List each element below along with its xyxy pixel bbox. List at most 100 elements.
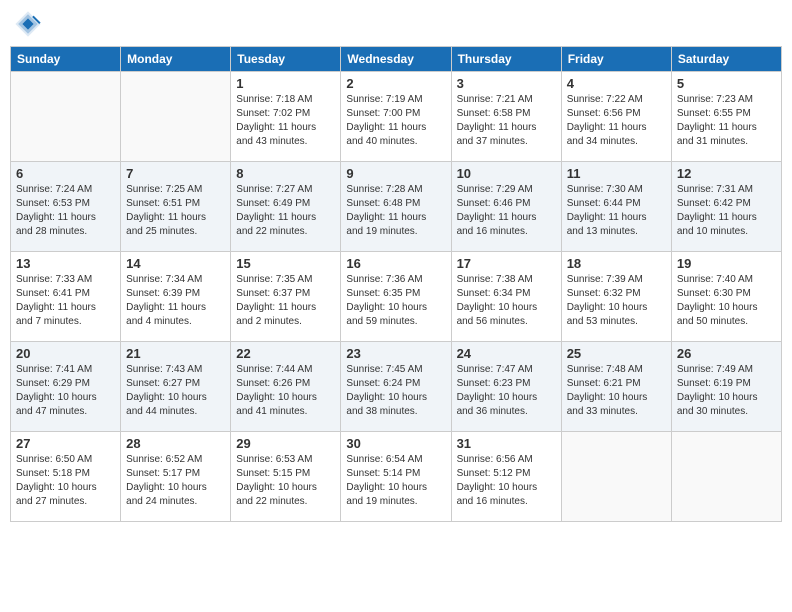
day-number: 27	[16, 436, 115, 451]
weekday-header: Sunday	[11, 47, 121, 72]
day-info: Sunrise: 7:19 AM Sunset: 7:00 PM Dayligh…	[346, 93, 445, 149]
calendar-day-cell: 1 Sunrise: 7:18 AM Sunset: 7:02 PM Daylig…	[231, 72, 341, 162]
day-info: Sunrise: 7:23 AM Sunset: 6:55 PM Dayligh…	[677, 93, 776, 149]
day-info: Sunrise: 7:22 AM Sunset: 6:56 PM Dayligh…	[567, 93, 666, 149]
day-number: 29	[236, 436, 335, 451]
calendar-day-cell	[561, 432, 671, 522]
calendar-day-cell: 9 Sunrise: 7:28 AM Sunset: 6:48 PM Daylig…	[341, 162, 451, 252]
day-info: Sunrise: 7:45 AM Sunset: 6:24 PM Dayligh…	[346, 363, 445, 419]
day-info: Sunrise: 7:47 AM Sunset: 6:23 PM Dayligh…	[457, 363, 556, 419]
day-number: 21	[126, 346, 225, 361]
day-number: 8	[236, 166, 335, 181]
day-number: 6	[16, 166, 115, 181]
day-number: 5	[677, 76, 776, 91]
calendar-week-row: 20 Sunrise: 7:41 AM Sunset: 6:29 PM Dayli…	[11, 342, 782, 432]
calendar-day-cell: 7 Sunrise: 7:25 AM Sunset: 6:51 PM Daylig…	[121, 162, 231, 252]
day-info: Sunrise: 6:56 AM Sunset: 5:12 PM Dayligh…	[457, 453, 556, 509]
day-number: 31	[457, 436, 556, 451]
calendar-day-cell: 18 Sunrise: 7:39 AM Sunset: 6:32 PM Dayli…	[561, 252, 671, 342]
day-info: Sunrise: 7:18 AM Sunset: 7:02 PM Dayligh…	[236, 93, 335, 149]
day-number: 25	[567, 346, 666, 361]
day-number: 20	[16, 346, 115, 361]
weekday-header: Monday	[121, 47, 231, 72]
day-number: 2	[346, 76, 445, 91]
calendar-day-cell: 10Sunrise: 7:29 AM Sunset: 6:46 PM Dayli…	[451, 162, 561, 252]
calendar-day-cell: 28Sunrise: 6:52 AM Sunset: 5:17 PM Dayli…	[121, 432, 231, 522]
day-info: Sunrise: 7:21 AM Sunset: 6:58 PM Dayligh…	[457, 93, 556, 149]
day-number: 1	[236, 76, 335, 91]
logo-icon	[14, 10, 42, 38]
day-info: Sunrise: 7:44 AM Sunset: 6:26 PM Dayligh…	[236, 363, 335, 419]
day-number: 30	[346, 436, 445, 451]
day-number: 11	[567, 166, 666, 181]
calendar-week-row: 6Sunrise: 7:24 AM Sunset: 6:53 PM Daylig…	[11, 162, 782, 252]
weekday-header: Tuesday	[231, 47, 341, 72]
calendar-table: SundayMondayTuesdayWednesdayThursdayFrid…	[10, 46, 782, 522]
logo	[14, 10, 46, 38]
weekday-header-row: SundayMondayTuesdayWednesdayThursdayFrid…	[11, 47, 782, 72]
calendar-day-cell	[11, 72, 121, 162]
day-info: Sunrise: 7:29 AM Sunset: 6:46 PM Dayligh…	[457, 183, 556, 239]
day-info: Sunrise: 7:25 AM Sunset: 6:51 PM Dayligh…	[126, 183, 225, 239]
calendar-day-cell: 29 Sunrise: 6:53 AM Sunset: 5:15 PM Dayli…	[231, 432, 341, 522]
day-info: Sunrise: 7:35 AM Sunset: 6:37 PM Dayligh…	[236, 273, 335, 329]
calendar-day-cell: 2 Sunrise: 7:19 AM Sunset: 7:00 PM Daylig…	[341, 72, 451, 162]
calendar-day-cell: 8 Sunrise: 7:27 AM Sunset: 6:49 PM Daylig…	[231, 162, 341, 252]
calendar-day-cell: 25 Sunrise: 7:48 AM Sunset: 6:21 PM Dayli…	[561, 342, 671, 432]
day-number: 17	[457, 256, 556, 271]
day-number: 12	[677, 166, 776, 181]
calendar-day-cell: 31 Sunrise: 6:56 AM Sunset: 5:12 PM Dayli…	[451, 432, 561, 522]
calendar-day-cell: 24Sunrise: 7:47 AM Sunset: 6:23 PM Dayli…	[451, 342, 561, 432]
day-info: Sunrise: 7:41 AM Sunset: 6:29 PM Dayligh…	[16, 363, 115, 419]
day-info: Sunrise: 7:43 AM Sunset: 6:27 PM Dayligh…	[126, 363, 225, 419]
day-number: 7	[126, 166, 225, 181]
calendar-day-cell: 6Sunrise: 7:24 AM Sunset: 6:53 PM Daylig…	[11, 162, 121, 252]
day-info: Sunrise: 7:39 AM Sunset: 6:32 PM Dayligh…	[567, 273, 666, 329]
calendar-day-cell: 27 Sunrise: 6:50 AM Sunset: 5:18 PM Dayli…	[11, 432, 121, 522]
day-info: Sunrise: 7:33 AM Sunset: 6:41 PM Dayligh…	[16, 273, 115, 329]
day-number: 18	[567, 256, 666, 271]
calendar-day-cell	[671, 432, 781, 522]
day-number: 4	[567, 76, 666, 91]
calendar-day-cell: 17 Sunrise: 7:38 AM Sunset: 6:34 PM Dayli…	[451, 252, 561, 342]
calendar-day-cell: 12Sunrise: 7:31 AM Sunset: 6:42 PM Dayli…	[671, 162, 781, 252]
day-info: Sunrise: 6:52 AM Sunset: 5:17 PM Dayligh…	[126, 453, 225, 509]
weekday-header: Thursday	[451, 47, 561, 72]
day-info: Sunrise: 7:27 AM Sunset: 6:49 PM Dayligh…	[236, 183, 335, 239]
day-number: 22	[236, 346, 335, 361]
day-info: Sunrise: 7:30 AM Sunset: 6:44 PM Dayligh…	[567, 183, 666, 239]
day-number: 19	[677, 256, 776, 271]
day-info: Sunrise: 6:53 AM Sunset: 5:15 PM Dayligh…	[236, 453, 335, 509]
calendar-day-cell: 19 Sunrise: 7:40 AM Sunset: 6:30 PM Dayli…	[671, 252, 781, 342]
calendar-day-cell: 22 Sunrise: 7:44 AM Sunset: 6:26 PM Dayli…	[231, 342, 341, 432]
day-number: 14	[126, 256, 225, 271]
day-number: 13	[16, 256, 115, 271]
calendar-week-row: 27 Sunrise: 6:50 AM Sunset: 5:18 PM Dayli…	[11, 432, 782, 522]
calendar-day-cell: 4 Sunrise: 7:22 AM Sunset: 6:56 PM Daylig…	[561, 72, 671, 162]
calendar-day-cell: 11 Sunrise: 7:30 AM Sunset: 6:44 PM Dayli…	[561, 162, 671, 252]
calendar-day-cell: 14Sunrise: 7:34 AM Sunset: 6:39 PM Dayli…	[121, 252, 231, 342]
day-number: 26	[677, 346, 776, 361]
day-info: Sunrise: 7:38 AM Sunset: 6:34 PM Dayligh…	[457, 273, 556, 329]
calendar-day-cell: 15Sunrise: 7:35 AM Sunset: 6:37 PM Dayli…	[231, 252, 341, 342]
calendar-day-cell: 26 Sunrise: 7:49 AM Sunset: 6:19 PM Dayli…	[671, 342, 781, 432]
calendar-day-cell: 23Sunrise: 7:45 AM Sunset: 6:24 PM Dayli…	[341, 342, 451, 432]
calendar-day-cell: 3Sunrise: 7:21 AM Sunset: 6:58 PM Daylig…	[451, 72, 561, 162]
day-info: Sunrise: 7:49 AM Sunset: 6:19 PM Dayligh…	[677, 363, 776, 419]
calendar-day-cell: 13 Sunrise: 7:33 AM Sunset: 6:41 PM Dayli…	[11, 252, 121, 342]
day-info: Sunrise: 7:28 AM Sunset: 6:48 PM Dayligh…	[346, 183, 445, 239]
day-info: Sunrise: 7:48 AM Sunset: 6:21 PM Dayligh…	[567, 363, 666, 419]
calendar-day-cell	[121, 72, 231, 162]
day-info: Sunrise: 6:54 AM Sunset: 5:14 PM Dayligh…	[346, 453, 445, 509]
weekday-header: Wednesday	[341, 47, 451, 72]
day-info: Sunrise: 6:50 AM Sunset: 5:18 PM Dayligh…	[16, 453, 115, 509]
weekday-header: Friday	[561, 47, 671, 72]
calendar-week-row: 1 Sunrise: 7:18 AM Sunset: 7:02 PM Daylig…	[11, 72, 782, 162]
day-number: 9	[346, 166, 445, 181]
calendar-day-cell: 20 Sunrise: 7:41 AM Sunset: 6:29 PM Dayli…	[11, 342, 121, 432]
calendar-day-cell: 16 Sunrise: 7:36 AM Sunset: 6:35 PM Dayli…	[341, 252, 451, 342]
day-info: Sunrise: 7:40 AM Sunset: 6:30 PM Dayligh…	[677, 273, 776, 329]
day-number: 16	[346, 256, 445, 271]
day-info: Sunrise: 7:36 AM Sunset: 6:35 PM Dayligh…	[346, 273, 445, 329]
weekday-header: Saturday	[671, 47, 781, 72]
